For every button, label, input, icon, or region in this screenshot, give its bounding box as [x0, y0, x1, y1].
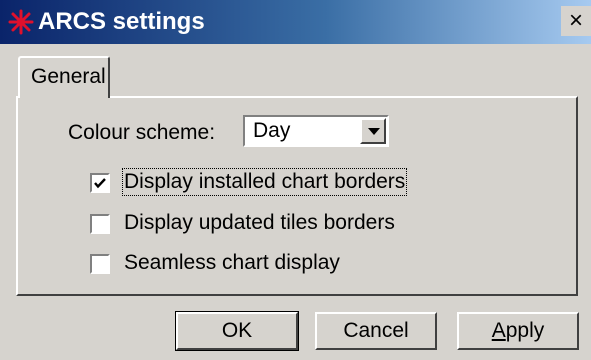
dropdown-arrow-button[interactable] — [360, 118, 386, 144]
checkbox-label: Display installed chart borders — [121, 168, 408, 196]
checkbox-box[interactable] — [90, 173, 110, 193]
close-button[interactable]: × — [561, 6, 591, 36]
tab-general[interactable]: General — [18, 56, 110, 98]
checkbox-box[interactable] — [90, 254, 110, 274]
display-installed-chart-borders-checkbox[interactable]: Display installed chart borders — [90, 168, 408, 198]
ok-button[interactable]: OK — [175, 311, 299, 351]
apply-mnemonic: A — [491, 319, 506, 342]
chevron-down-icon — [368, 128, 380, 135]
cancel-button[interactable]: Cancel — [315, 312, 437, 350]
seamless-chart-display-checkbox[interactable]: Seamless chart display — [90, 251, 360, 279]
apply-button[interactable]: Apply — [457, 312, 579, 350]
tab-general-label: General — [31, 65, 106, 88]
checkbox-label: Seamless chart display — [124, 251, 340, 274]
display-updated-tiles-borders-checkbox[interactable]: Display updated tiles borders — [90, 211, 395, 239]
apply-label-rest: pply — [505, 319, 545, 342]
checkbox-label: Display updated tiles borders — [124, 211, 395, 234]
window-title: ARCS settings — [38, 8, 205, 35]
colour-scheme-value: Day — [253, 119, 291, 142]
checkbox-box[interactable] — [90, 214, 110, 234]
checkmark-icon — [94, 178, 106, 189]
title-bar[interactable]: ARCS settings × — [0, 0, 591, 44]
colour-scheme-select[interactable]: Day — [243, 115, 389, 147]
colour-scheme-label: Colour scheme: — [68, 121, 216, 144]
arcs-star-icon — [8, 9, 34, 35]
